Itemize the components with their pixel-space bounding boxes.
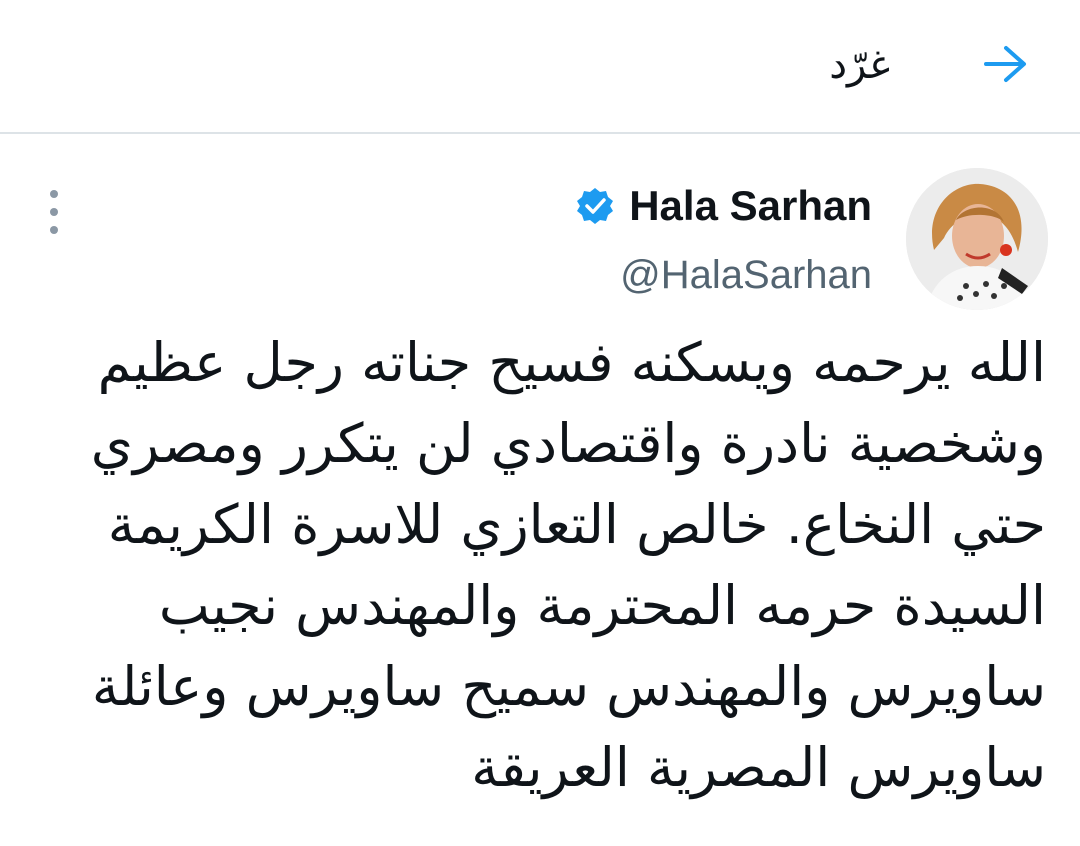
page-title: غرّد xyxy=(829,42,890,88)
tweet-text-line: وشخصية نادرة واقتصادي لن يتكرر ومصري xyxy=(90,412,1046,475)
tweet-card[interactable]: Hala Sarhan @HalaSarhan الله يرحمه ويسكن… xyxy=(0,136,1080,846)
back-button[interactable] xyxy=(976,36,1036,96)
top-bar: غرّد xyxy=(0,0,1080,134)
tweet-text-line: الله يرحمه ويسكنه فسيح جناته رجل عظيم xyxy=(97,331,1046,394)
author-name-row: Hala Sarhan xyxy=(575,178,872,234)
author-block[interactable]: Hala Sarhan @HalaSarhan xyxy=(575,178,872,302)
verified-badge-icon xyxy=(575,186,615,226)
arrow-right-icon xyxy=(982,44,1030,88)
avatar[interactable] xyxy=(906,168,1048,310)
tweet-text-line: ساويرس والمهندس سميح ساويرس وعائلة xyxy=(91,655,1046,718)
vertical-ellipsis-icon xyxy=(50,190,58,198)
tweet-text-line: حتي النخاع. خالص التعازي للاسرة الكريمة xyxy=(107,493,1046,556)
tweet-text-line: السيدة حرمه المحترمة والمهندس نجيب xyxy=(158,574,1046,637)
more-options-button[interactable] xyxy=(40,190,68,234)
author-name[interactable]: Hala Sarhan xyxy=(629,178,872,234)
author-handle[interactable]: @HalaSarhan xyxy=(620,248,872,302)
tweet-text-line: ساويرس المصرية العريقة xyxy=(471,736,1046,799)
tweet-text: الله يرحمه ويسكنه فسيح جناته رجل عظيم وش… xyxy=(26,322,1046,808)
